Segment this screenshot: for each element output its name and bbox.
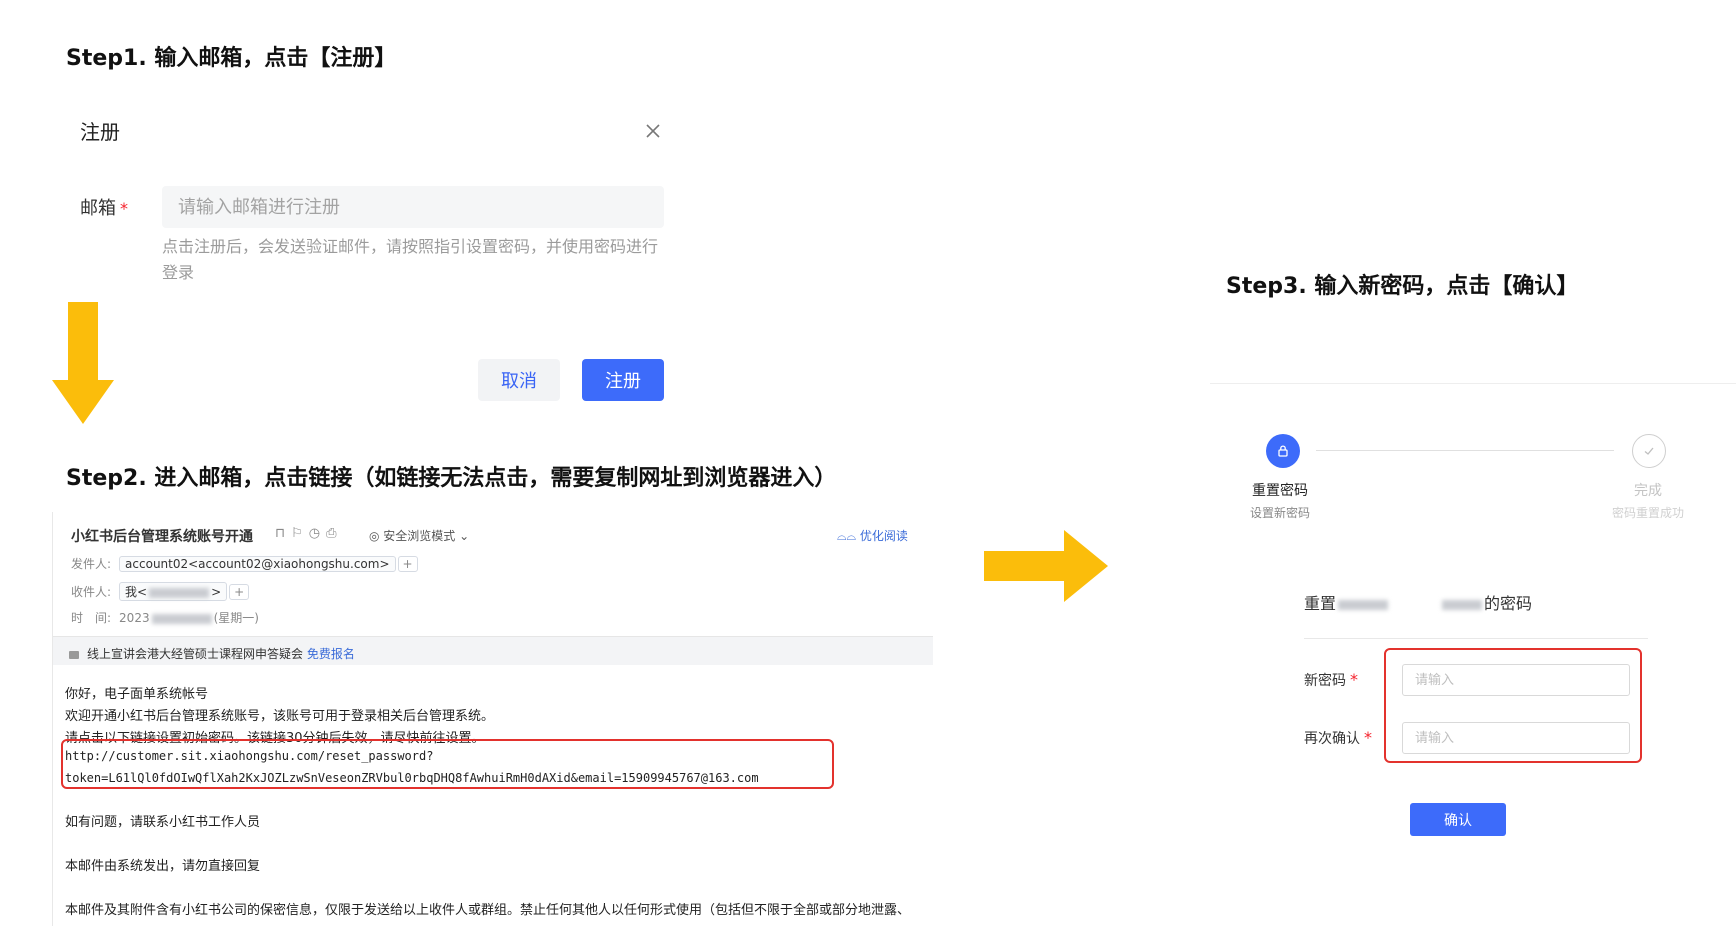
redacted-account	[1442, 599, 1483, 610]
dialog-title: 注册	[80, 120, 120, 144]
safe-mode-label: 安全浏览模式	[383, 529, 456, 543]
email-label-text: 邮箱	[80, 198, 116, 219]
banner-icon	[69, 650, 79, 659]
confirm-button[interactable]: 确认	[1410, 803, 1506, 836]
redacted-time	[151, 613, 212, 624]
add-icon[interactable]: +	[229, 584, 250, 600]
required-mark: *	[1350, 670, 1358, 689]
email-disclaimer: 本邮件及其附件含有小红书公司的保密信息，仅限于发送给以上收件人或群组。禁止任何其…	[65, 903, 911, 918]
register-button[interactable]: 注册	[582, 359, 664, 401]
reset-title: 重置 的密码	[1304, 590, 1532, 614]
new-password-input[interactable]	[1402, 664, 1630, 696]
optimize-read-link[interactable]: ⌓⌓ 优化阅读	[837, 527, 908, 544]
close-icon[interactable]	[642, 120, 664, 142]
ad-banner-text: 线上宣讲会港大经管硕士课程网申答疑会 免费报名	[69, 645, 355, 662]
step-connector	[1316, 450, 1614, 451]
to-chip[interactable]: 我< >	[119, 582, 228, 601]
time-suffix: (星期一)	[213, 611, 259, 625]
cancel-button[interactable]: 取消	[478, 359, 560, 401]
from-chip[interactable]: account02<account02@xiaohongshu.com>	[119, 556, 396, 572]
to-prefix: 我<	[125, 585, 148, 599]
email-line-1: 欢迎开通小红书后台管理系统账号，该账号可用于登录相关后台管理系统。	[65, 709, 495, 724]
register-hint: 点击注册后，会发送验证邮件，请按照指引设置密码，并使用密码进行登录	[162, 237, 659, 282]
email-input[interactable]	[162, 186, 664, 228]
from-row: 发件人: account02<account02@xiaohongshu.com>…	[71, 555, 418, 572]
step-done-label: 完成	[1634, 483, 1662, 499]
confirm-password-input[interactable]	[1402, 722, 1630, 754]
banner-link[interactable]: 免费报名	[307, 647, 355, 661]
reset-title-suffix: 的密码	[1484, 594, 1533, 613]
arrow-right-icon	[984, 530, 1108, 602]
email-panel: 小红书后台管理系统账号开通 ⊓⚐◷⎙ ◎ 安全浏览模式 ⌄ ⌓⌓ 优化阅读 发件…	[52, 512, 933, 926]
check-icon	[1644, 447, 1654, 455]
to-suffix: >	[211, 585, 222, 599]
optimize-read-label: 优化阅读	[859, 529, 908, 543]
glasses-icon: ⌓⌓	[837, 529, 860, 543]
to-row: 收件人: 我< > +	[71, 582, 250, 601]
time-label: 时 间:	[71, 611, 112, 625]
required-mark: *	[120, 199, 128, 218]
panel-top-border	[1210, 383, 1736, 384]
required-mark: *	[1364, 728, 1372, 747]
safe-mode-dropdown[interactable]: ◎ 安全浏览模式 ⌄	[369, 527, 469, 544]
email-greeting: 你好，电子面单系统帐号	[65, 687, 209, 702]
from-label: 发件人:	[71, 557, 112, 571]
step-done-circle	[1632, 434, 1666, 468]
add-icon[interactable]: +	[397, 556, 418, 572]
redacted-recipient	[149, 587, 210, 598]
step-reset-sub: 设置新密码	[1250, 506, 1311, 520]
step1-title: Step1. 输入邮箱，点击【注册】	[66, 46, 397, 71]
reset-title-prefix: 重置	[1304, 594, 1337, 613]
redacted-account	[1338, 599, 1389, 610]
step3-title: Step3. 输入新密码，点击【确认】	[1226, 274, 1579, 299]
lock-icon	[1278, 445, 1288, 457]
step2-title: Step2. 进入邮箱，点击链接（如链接无法点击，需要复制网址到浏览器进入）	[66, 466, 837, 491]
email-label: 邮箱 *	[80, 194, 128, 220]
shield-icon: ◎	[369, 529, 384, 543]
new-password-label: 新密码 *	[1304, 670, 1358, 690]
time-row: 时 间: 2023 (星期一)	[71, 609, 259, 626]
arrow-down-icon	[52, 302, 114, 424]
confirm-password-label: 再次确认 *	[1304, 728, 1372, 748]
step-reset-circle	[1266, 434, 1300, 468]
banner-text: 线上宣讲会港大经管硕士课程网申答疑会	[87, 647, 304, 661]
email-system-note: 本邮件由系统发出，请勿直接回复	[65, 859, 261, 874]
to-label: 收件人:	[71, 585, 112, 599]
confirm-password-label-text: 再次确认	[1304, 731, 1360, 747]
time-value: 2023	[119, 611, 150, 625]
email-contact: 如有问题，请联系小红书工作人员	[65, 815, 261, 830]
reset-url-line-2[interactable]: token=L61lQl0fdOIwQflXah2KxJOZLzwSnVeseo…	[65, 771, 759, 785]
new-password-label-text: 新密码	[1304, 673, 1346, 689]
reset-divider	[1304, 638, 1648, 639]
email-subject: 小红书后台管理系统账号开通	[71, 529, 253, 545]
chevron-down-icon: ⌄	[455, 529, 470, 543]
email-toolbar-icons[interactable]: ⊓⚐◷⎙	[275, 526, 343, 541]
reset-url-line-1[interactable]: http://customer.sit.xiaohongshu.com/rese…	[65, 749, 433, 763]
step-reset-label: 重置密码	[1252, 483, 1308, 499]
step-done-sub: 密码重置成功	[1612, 506, 1685, 520]
